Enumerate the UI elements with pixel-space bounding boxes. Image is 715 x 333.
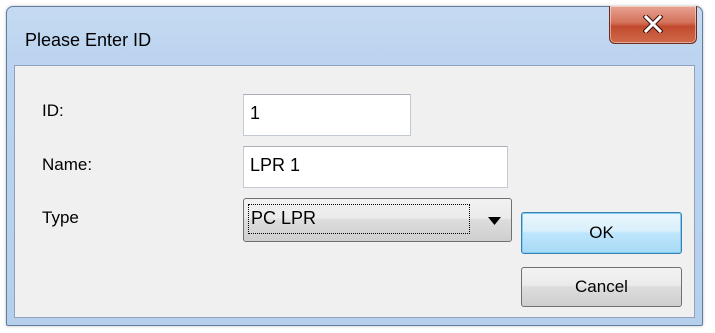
dialog-title: Please Enter ID bbox=[25, 30, 152, 50]
type-dropdown[interactable]: PC LPR bbox=[243, 198, 512, 242]
name-label: Name: bbox=[42, 155, 93, 174]
name-field[interactable]: LPR 1 bbox=[243, 146, 508, 188]
close-button[interactable] bbox=[609, 6, 697, 44]
id-field[interactable]: 1 bbox=[243, 94, 411, 136]
dialog-body: ID: 1 Name: LPR 1 Type PC LPR OK Cancel bbox=[14, 65, 695, 318]
title-bar[interactable]: Please Enter ID bbox=[7, 6, 702, 65]
cancel-button[interactable]: Cancel bbox=[521, 267, 682, 307]
type-dropdown-value: PC LPR bbox=[248, 204, 470, 234]
dialog-window: Please Enter ID ID: 1 Name: LPR 1 Type P… bbox=[6, 6, 703, 326]
type-label: Type bbox=[42, 208, 79, 227]
ok-button[interactable]: OK bbox=[521, 212, 682, 254]
close-icon bbox=[643, 15, 663, 33]
chevron-down-icon bbox=[488, 217, 501, 225]
id-label: ID: bbox=[42, 101, 64, 120]
